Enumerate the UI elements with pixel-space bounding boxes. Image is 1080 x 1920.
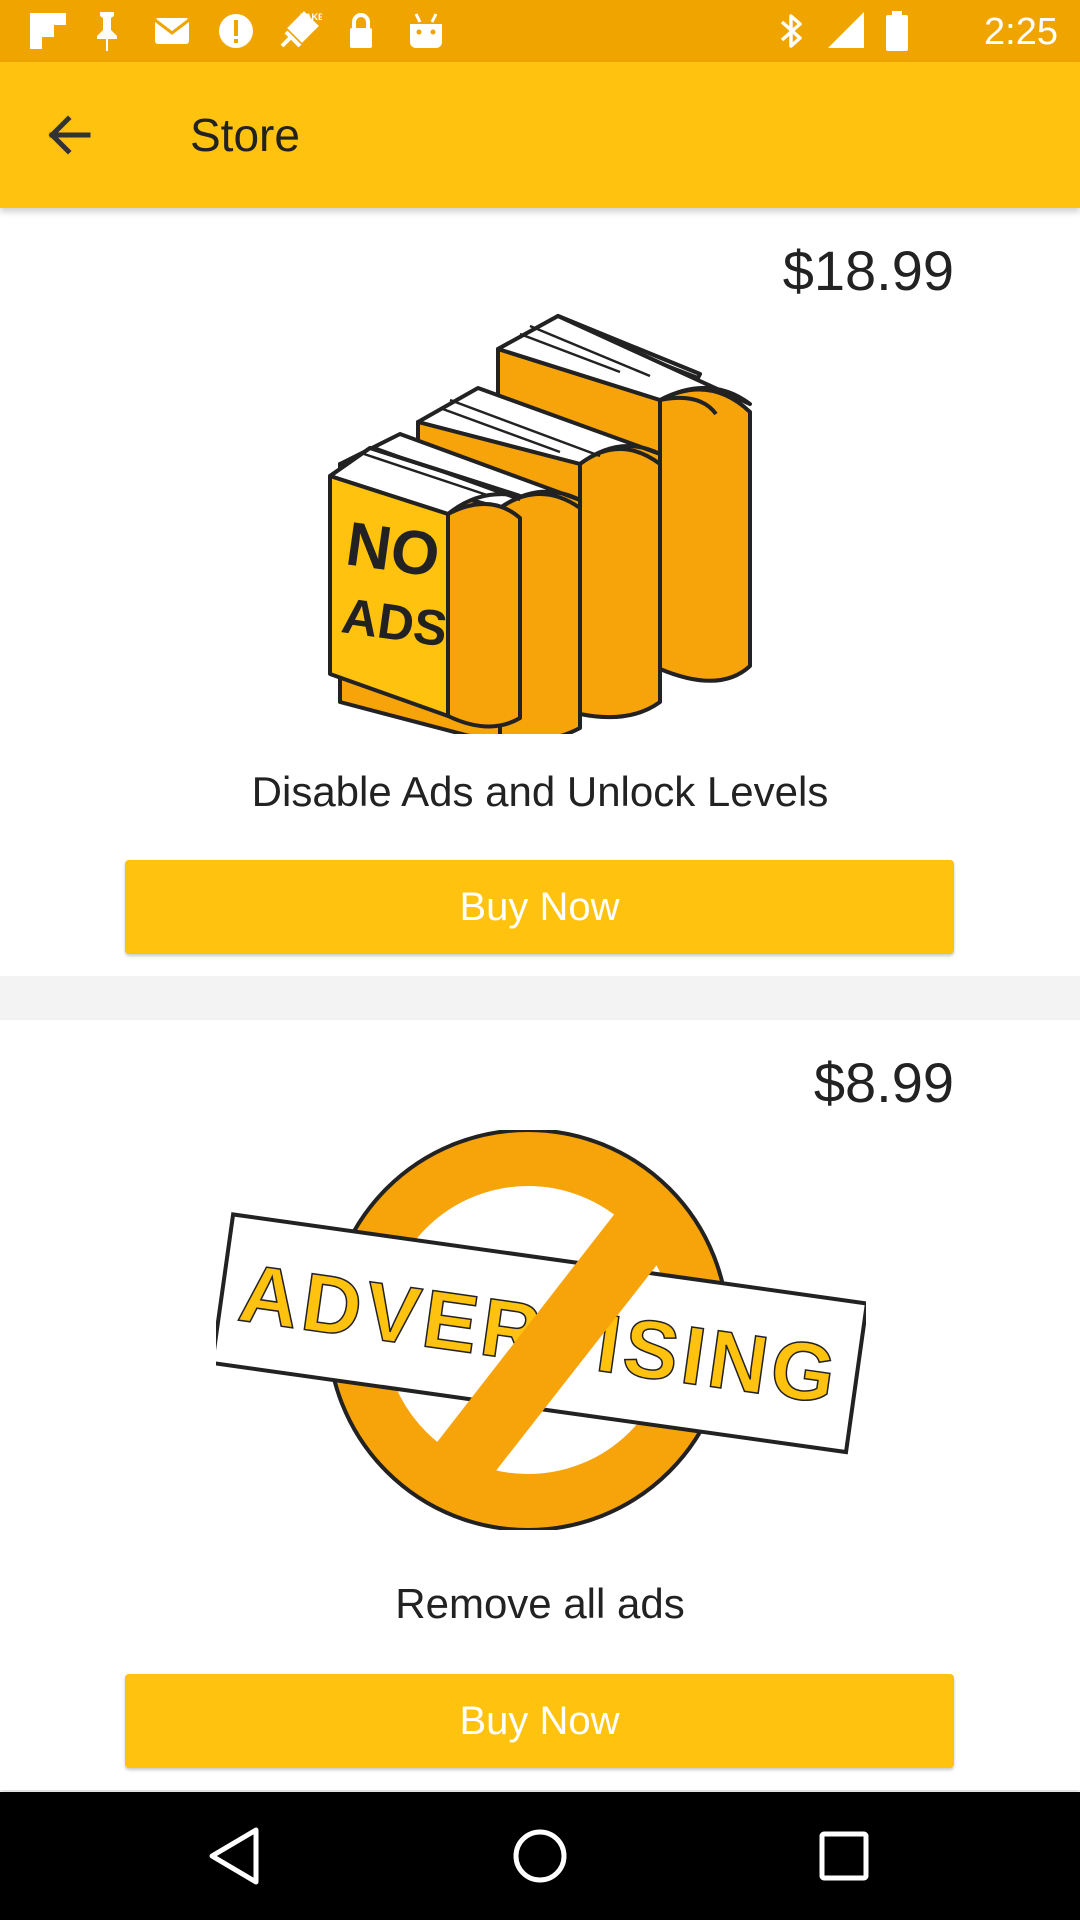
card-divider (0, 976, 1080, 1020)
arrow-back-icon[interactable] (28, 95, 108, 175)
message-icon (154, 18, 190, 44)
status-time: 2:25 (984, 11, 1058, 53)
pin-icon (97, 12, 117, 51)
flipboard-icon (30, 13, 66, 49)
page-title: Store (190, 109, 300, 161)
lock-icon (350, 13, 372, 48)
product-price: $18.99 (782, 239, 954, 302)
android-icon (410, 13, 442, 48)
product-description: Remove all ads (395, 1580, 685, 1627)
product-card-no-ads: $18.99 NO ADS Disable Ads and Unlock Lev… (0, 208, 1080, 976)
buy-now-button-remove-ads[interactable]: Buy Now (125, 1674, 954, 1768)
nav-recents-icon[interactable] (804, 1816, 884, 1896)
fake-gps-icon: FAKE (280, 11, 322, 48)
data-saver-icon (219, 14, 253, 48)
product-price: $8.99 (813, 1051, 954, 1114)
signal-icon (828, 12, 864, 48)
battery-icon (886, 11, 908, 51)
product-description: Disable Ads and Unlock Levels (251, 768, 829, 815)
product-card-remove-ads: $8.99 ADVERTISING Remove all ads Buy Now (0, 1020, 1080, 1790)
bluetooth-icon (780, 14, 802, 48)
svg-text:FAKE: FAKE (300, 12, 322, 22)
app-bar: Store (0, 62, 1080, 208)
no-ads-books-icon: NO ADS (328, 314, 752, 734)
no-advertising-icon: ADVERTISING (216, 1130, 866, 1530)
buy-now-button-no-ads[interactable]: Buy Now (125, 860, 954, 954)
svg-text:NO: NO (342, 510, 444, 591)
nav-home-icon[interactable] (500, 1816, 580, 1896)
navigation-bar (0, 1792, 1080, 1920)
nav-back-icon[interactable] (196, 1816, 276, 1896)
status-bar: FAKE 2:25 (0, 0, 1080, 62)
